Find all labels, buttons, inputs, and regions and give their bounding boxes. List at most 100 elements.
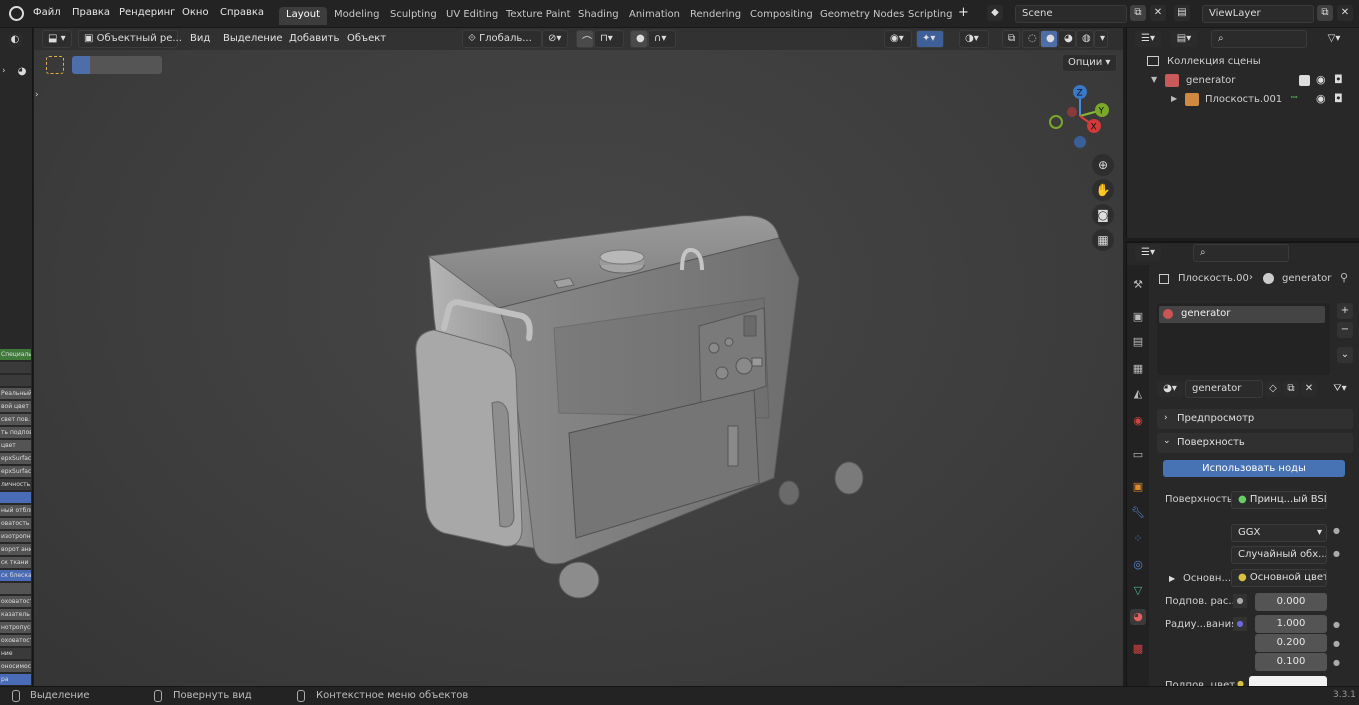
pin-icon[interactable]: ⚲ xyxy=(1340,271,1348,284)
add-workspace-button[interactable]: + xyxy=(958,5,969,20)
camera-icon[interactable]: ◙ xyxy=(1092,204,1114,226)
node-socket-item[interactable]: ерхSurfaceAniso xyxy=(0,466,31,477)
visibility-icon[interactable]: ◉▾ xyxy=(884,30,912,48)
shading-options-icon[interactable]: ▾ xyxy=(1094,30,1108,48)
node-socket-item[interactable]: казатель пре xyxy=(0,609,31,620)
node-socket-item[interactable]: личность xyxy=(0,479,31,490)
menu-render[interactable]: Рендеринг xyxy=(119,7,175,18)
shading-solid-icon[interactable]: ● xyxy=(1040,30,1058,48)
outliner-row-generator[interactable]: ▼ generator ◉ ◘ xyxy=(1127,72,1359,90)
select-mode-extend-icon[interactable] xyxy=(90,56,108,74)
physics-tab-icon[interactable]: ◎ xyxy=(1130,557,1146,573)
new-view-layer-icon[interactable]: ⧉ xyxy=(1317,5,1333,21)
outliner-row-plane[interactable]: ▶ Плоскость.001 ꟷ ◉ ◘ xyxy=(1127,91,1359,109)
checkbox-icon[interactable] xyxy=(1299,75,1310,86)
distribution-dropdown[interactable]: GGX ▾ xyxy=(1231,524,1327,542)
view-layer-field[interactable]: ViewLayer xyxy=(1202,5,1314,23)
tab-uv-editing[interactable]: UV Editing xyxy=(439,7,505,25)
fake-user-icon[interactable]: ◇ xyxy=(1265,381,1281,397)
slot-menu-icon[interactable]: ⌄ xyxy=(1337,347,1353,363)
radius-y-value[interactable]: 0.200 xyxy=(1255,634,1327,652)
radius-z-value[interactable]: 0.100 xyxy=(1255,653,1327,671)
node-socket-item[interactable]: Реальныйобход xyxy=(0,388,31,399)
tab-texture-paint[interactable]: Texture Paint xyxy=(499,7,578,25)
select-mode-invert-icon[interactable] xyxy=(126,56,144,74)
surface-shader-field[interactable]: ● Принц...ый BSDF xyxy=(1231,491,1327,509)
modifier-tab-icon[interactable]: 🔧︎ xyxy=(1130,505,1146,521)
tab-compositing[interactable]: Compositing xyxy=(743,7,820,25)
node-socket-item[interactable]: ра xyxy=(0,674,31,685)
base-color-field[interactable]: ● Основной цвет xyxy=(1231,569,1327,587)
tab-sculpting[interactable]: Sculpting xyxy=(383,7,444,25)
editor-type-icon[interactable]: ◐ xyxy=(7,32,23,48)
node-socket-item[interactable] xyxy=(0,362,31,373)
delete-scene-icon[interactable]: ✕ xyxy=(1150,5,1166,21)
scene-tab-icon[interactable]: ◭ xyxy=(1130,386,1146,402)
duplicate-material-icon[interactable]: ⧉ xyxy=(1283,381,1299,397)
node-socket-item[interactable]: ерхSurfaceIOR xyxy=(0,453,31,464)
view-layer-icon[interactable]: ▤ xyxy=(1174,5,1190,21)
expand-arrow-icon[interactable]: › xyxy=(2,66,6,76)
tab-animation[interactable]: Animation xyxy=(622,7,687,25)
panel-preview[interactable]: › Предпросмотр xyxy=(1157,409,1353,429)
particles-tab-icon[interactable]: ⁘ xyxy=(1130,531,1146,547)
select-mode-set-icon[interactable] xyxy=(72,56,90,74)
node-socket-item[interactable]: цвет xyxy=(0,440,31,451)
tab-geometry-nodes[interactable]: Geometry Nodes xyxy=(813,7,911,25)
subsurface-value[interactable]: 0.000 xyxy=(1255,593,1327,611)
shading-wireframe-icon[interactable]: ◌ xyxy=(1022,30,1040,48)
constraints-tab-icon[interactable]: ▽ xyxy=(1130,583,1146,599)
zoom-icon[interactable]: ⊕ xyxy=(1092,154,1114,176)
pan-hand-icon[interactable]: ✋ xyxy=(1092,179,1114,201)
transform-orientation-dropdown[interactable]: ⟐ Глобаль... xyxy=(462,30,542,48)
render-tab-icon[interactable]: ▣ xyxy=(1130,309,1146,325)
shading-rendered-icon[interactable]: ◍ xyxy=(1076,30,1094,48)
outliner-search-input[interactable]: ⌕ xyxy=(1211,30,1307,48)
menu-add[interactable]: Добавить xyxy=(289,33,339,44)
filter-icon[interactable]: ▽▾ xyxy=(1323,31,1345,47)
node-socket-item[interactable]: оватость xyxy=(0,518,31,529)
falloff-icon[interactable]: ∩▾ xyxy=(648,30,676,48)
xray-icon[interactable]: ⧉ xyxy=(1002,30,1020,48)
use-nodes-button[interactable]: Использовать ноды xyxy=(1163,460,1345,477)
node-socket-item[interactable]: ние xyxy=(0,648,31,659)
snap-icon[interactable]: ⌒ xyxy=(576,30,594,48)
camera-render-icon[interactable]: ◘ xyxy=(1334,73,1343,86)
collection-tab-icon[interactable]: ▭ xyxy=(1130,447,1146,463)
node-socket-item[interactable]: ный отблик xyxy=(0,505,31,516)
pivot-icon[interactable]: ⊘▾ xyxy=(542,30,568,48)
blender-logo-icon[interactable] xyxy=(9,6,24,21)
node-socket-item[interactable]: свет пов. рассеи xyxy=(0,414,31,425)
node-socket-item[interactable]: ть подповерх xyxy=(0,427,31,438)
snap-target-icon[interactable]: ⊓▾ xyxy=(594,30,624,48)
proportional-edit-icon[interactable]: ● xyxy=(630,30,648,48)
node-socket-item[interactable]: вой цвет xyxy=(0,401,31,412)
material-tab-icon[interactable]: ◕ xyxy=(1130,609,1146,625)
subsurface-method-dropdown[interactable]: Случайный обх... xyxy=(1231,546,1327,564)
node-socket-item[interactable]: оховатость xyxy=(0,596,31,607)
menu-view[interactable]: Вид xyxy=(190,33,210,44)
viewport-3d[interactable]: ⬓ ▾ ▣ Объектный ре... Вид Выделение Доба… xyxy=(34,28,1123,686)
scene-icon[interactable]: ◆ xyxy=(987,5,1003,21)
tab-layout[interactable]: Layout xyxy=(279,7,327,25)
view-layer-tab-icon[interactable]: ▦ xyxy=(1130,361,1146,377)
browse-material-icon[interactable]: ◕▾ xyxy=(1157,381,1183,397)
node-socket-item[interactable]: изотропность xyxy=(0,531,31,542)
texture-tab-icon[interactable]: ▩ xyxy=(1130,641,1146,657)
material-type-icon[interactable]: ⛛▾ xyxy=(1327,381,1353,397)
material-slot-item[interactable]: generator xyxy=(1159,306,1325,323)
left-arrow-icon[interactable]: › xyxy=(35,90,39,100)
tab-rendering[interactable]: Rendering xyxy=(683,7,748,25)
node-socket-item[interactable]: Специальныый xyxy=(0,349,31,360)
scene-field[interactable]: Scene xyxy=(1015,5,1127,23)
expand-icon[interactable]: ▶ xyxy=(1171,94,1177,103)
node-socket-item[interactable] xyxy=(0,583,31,594)
object-tab-icon[interactable]: ▣ xyxy=(1130,479,1146,495)
delete-view-layer-icon[interactable]: ✕ xyxy=(1337,5,1353,21)
menu-object[interactable]: Объект xyxy=(347,33,386,44)
options-dropdown[interactable]: Опции ▾ xyxy=(1062,54,1117,72)
remove-slot-icon[interactable]: − xyxy=(1337,322,1353,338)
output-tab-icon[interactable]: ▤ xyxy=(1130,334,1146,350)
eye-icon[interactable]: ◉ xyxy=(1316,92,1326,105)
grid-icon[interactable]: ▦ xyxy=(1092,229,1114,251)
